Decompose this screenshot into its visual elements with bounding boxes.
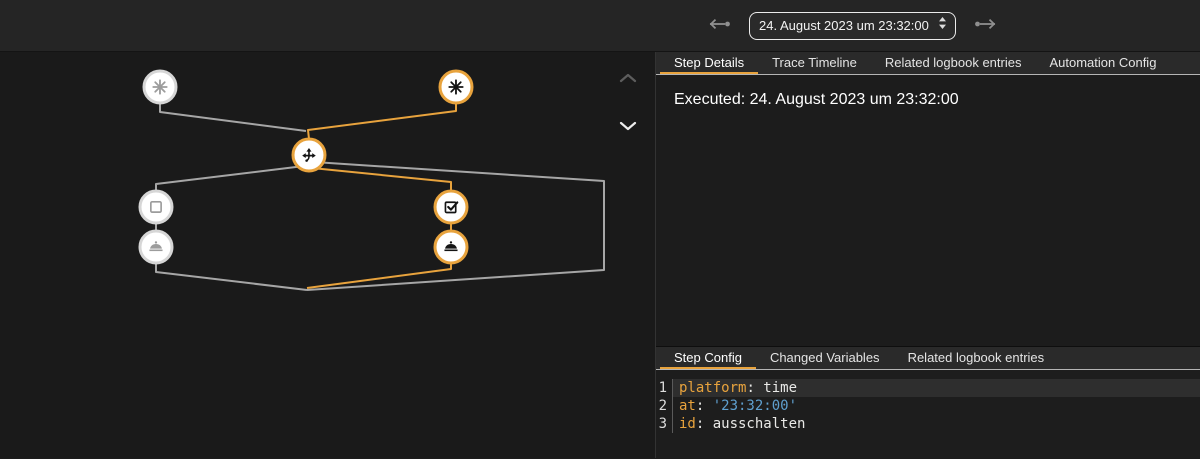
trace-edge [307, 162, 604, 290]
graph-node-condition-left[interactable] [140, 191, 172, 223]
trace-edge-active [312, 168, 451, 191]
asterisk-icon [449, 80, 462, 93]
up-down-arrows-icon [938, 16, 947, 35]
code-line: 1platform: time [656, 379, 1200, 397]
config-tab-related-logbook-entries[interactable]: Related logbook entries [894, 347, 1059, 369]
move-up-button[interactable] [617, 70, 639, 89]
trace-graph-panel [0, 52, 656, 458]
next-run-button[interactable] [971, 15, 1001, 36]
trace-edge [156, 263, 307, 290]
details-tab-related-logbook-entries[interactable]: Related logbook entries [871, 52, 1036, 74]
executed-timestamp: Executed: 24. August 2023 um 23:32:00 [674, 91, 959, 108]
details-tab-automation-config[interactable]: Automation Config [1035, 52, 1170, 74]
step-config-section: Step ConfigChanged VariablesRelated logb… [656, 346, 1200, 458]
asterisk-icon [153, 80, 166, 93]
trace-edge [160, 103, 306, 131]
details-tabbar: Step DetailsTrace TimelineRelated logboo… [656, 52, 1200, 75]
chevron-down-icon [619, 120, 637, 135]
graph-node-action-right[interactable] [435, 231, 467, 263]
trace-graph [0, 52, 656, 458]
trace-detail-panel: Step DetailsTrace TimelineRelated logboo… [656, 52, 1200, 458]
chevron-up-icon [619, 72, 637, 87]
code-line: 3id: ausschalten [656, 415, 1200, 433]
graph-node-condition-right[interactable] [435, 191, 467, 223]
previous-run-button[interactable] [704, 15, 734, 36]
config-tabbar: Step ConfigChanged VariablesRelated logb… [656, 347, 1200, 370]
graph-node-choose[interactable] [293, 139, 325, 171]
graph-node-action-left[interactable] [140, 231, 172, 263]
run-navigation: 24. August 2023 um 23:32:00 [704, 12, 1001, 40]
ray-start-arrow-icon [973, 17, 999, 34]
line-number: 3 [656, 415, 672, 433]
move-down-button[interactable] [617, 118, 639, 137]
ray-end-arrow-icon [706, 17, 732, 34]
details-tab-trace-timeline[interactable]: Trace Timeline [758, 52, 871, 74]
run-selector-dropdown[interactable]: 24. August 2023 um 23:32:00 [749, 12, 956, 40]
line-number: 2 [656, 397, 672, 415]
trace-edge-active [308, 103, 456, 139]
code-line-content: id: ausschalten [672, 415, 1200, 433]
graph-node-trigger-left[interactable] [144, 71, 176, 103]
code-line-content: platform: time [672, 379, 1200, 397]
step-details-section: Step DetailsTrace TimelineRelated logboo… [656, 52, 1200, 346]
trace-edge [156, 166, 304, 191]
code-line-content: at: '23:32:00' [672, 397, 1200, 415]
line-number: 1 [656, 379, 672, 397]
config-tab-step-config[interactable]: Step Config [660, 347, 756, 369]
details-tab-step-details[interactable]: Step Details [660, 52, 758, 74]
trace-main: Step DetailsTrace TimelineRelated logboo… [0, 52, 1200, 458]
yaml-editor[interactable]: 1platform: time2at: '23:32:00'3id: aussc… [656, 370, 1200, 458]
code-line: 2at: '23:32:00' [656, 397, 1200, 415]
config-tab-changed-variables[interactable]: Changed Variables [756, 347, 894, 369]
graph-node-trigger-right[interactable] [440, 71, 472, 103]
run-selector-value: 24. August 2023 um 23:32:00 [759, 18, 929, 33]
trace-toolbar: 24. August 2023 um 23:32:00 [0, 0, 1200, 52]
